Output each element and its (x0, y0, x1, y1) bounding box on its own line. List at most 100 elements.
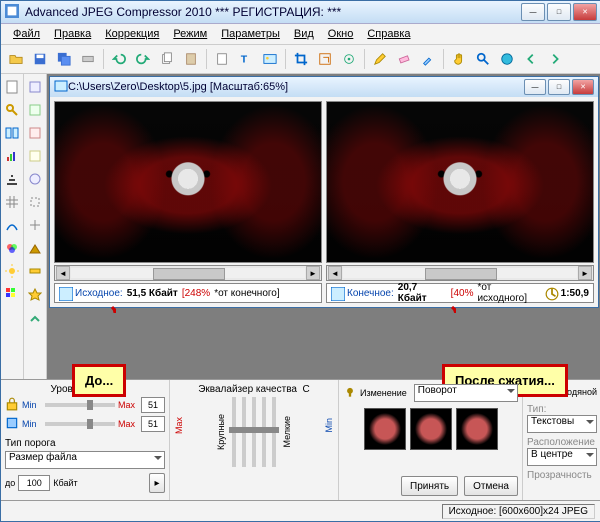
channels-icon[interactable] (2, 238, 22, 258)
menu-view[interactable]: Вид (288, 26, 320, 42)
scroll-left-icon[interactable]: ◄ (328, 266, 342, 280)
scroll-left-icon[interactable]: ◄ (56, 266, 70, 280)
rotate-preview[interactable] (410, 408, 452, 450)
left-toolbar-2 (24, 74, 47, 379)
workspace: C:\Users\Zero\Desktop\5.jpg [Масштаб:65%… (47, 74, 600, 379)
menu-params[interactable]: Параметры (215, 26, 286, 42)
status-bar: Исходное: [600x600]x24 JPEG (1, 500, 600, 521)
zoom-icon[interactable] (472, 48, 494, 70)
copy-icon[interactable] (156, 48, 178, 70)
doc-minimize-button[interactable]: — (524, 79, 546, 95)
redo-icon[interactable] (132, 48, 154, 70)
cancel-button[interactable]: Отмена (464, 476, 518, 496)
crop-icon[interactable] (290, 48, 312, 70)
text-icon[interactable]: T (235, 48, 257, 70)
left-toolbar-1 (1, 74, 24, 379)
source-image[interactable] (54, 101, 322, 263)
document-titlebar: C:\Users\Zero\Desktop\5.jpg [Масштаб:65%… (50, 77, 598, 97)
maximize-button[interactable]: □ (547, 3, 571, 21)
tool-d-icon[interactable] (25, 146, 45, 166)
palette-icon[interactable] (2, 284, 22, 304)
target-icon[interactable] (338, 48, 360, 70)
new-icon[interactable] (2, 77, 22, 97)
eq-slider[interactable] (272, 397, 276, 467)
compression-panel: Уровни сжатия Min Max 51 Min Max 51 Тип … (1, 380, 170, 500)
key-icon[interactable] (2, 100, 22, 120)
apply-small-button[interactable]: ▸ (149, 473, 165, 493)
tool-i-icon[interactable] (25, 261, 45, 281)
arrow-left-icon[interactable] (520, 48, 542, 70)
menu-file[interactable]: Файл (7, 26, 46, 42)
wm-type-label: Тип: (527, 404, 597, 415)
close-button[interactable]: ✕ (573, 3, 597, 21)
document-icon (54, 79, 68, 96)
menu-mode[interactable]: Режим (167, 26, 213, 42)
max-label: Max (118, 419, 138, 429)
menu-window[interactable]: Окно (322, 26, 360, 42)
tool-a-icon[interactable] (25, 77, 45, 97)
arrow-right-icon[interactable] (544, 48, 566, 70)
rotate-preview[interactable] (456, 408, 498, 450)
compression-slider-1[interactable] (45, 403, 115, 407)
document-icon[interactable] (211, 48, 233, 70)
hand-icon[interactable] (448, 48, 470, 70)
brightness-icon[interactable] (2, 261, 22, 281)
paste-icon[interactable] (180, 48, 202, 70)
scanner-icon[interactable] (77, 48, 99, 70)
doc-close-button[interactable]: ✕ (572, 79, 594, 95)
wm-placement-select[interactable]: В центре (527, 448, 597, 466)
rotate-preview[interactable] (364, 408, 406, 450)
tool-b-icon[interactable] (25, 100, 45, 120)
threshold-value-input[interactable]: 100 (18, 475, 50, 491)
tool-h-icon[interactable] (25, 238, 45, 258)
doc-maximize-button[interactable]: □ (548, 79, 570, 95)
world-icon[interactable] (496, 48, 518, 70)
eraser-icon[interactable] (393, 48, 415, 70)
menu-edit[interactable]: Правка (48, 26, 97, 42)
tool-j-icon[interactable] (25, 284, 45, 304)
tool-f-icon[interactable] (25, 192, 45, 212)
menu-help[interactable]: Справка (361, 26, 416, 42)
source-label: Исходное: (75, 288, 123, 299)
menu-correction[interactable]: Коррекция (99, 26, 165, 42)
tool-g-icon[interactable] (25, 215, 45, 235)
preview-toggle-icon[interactable] (2, 123, 22, 143)
minimize-button[interactable]: — (521, 3, 545, 21)
apply-button[interactable]: Принять (401, 476, 458, 496)
eyedropper-icon[interactable] (417, 48, 439, 70)
chain-icon[interactable] (5, 416, 19, 432)
result-image[interactable] (326, 101, 594, 263)
eq-slider[interactable] (232, 397, 236, 467)
equalizer-panel: Max Эквалайзер качества С Крупные Мелкие… (170, 380, 339, 500)
lock-icon[interactable] (5, 397, 19, 413)
open-icon[interactable] (5, 48, 27, 70)
levels-icon[interactable] (2, 169, 22, 189)
scroll-right-icon[interactable]: ► (578, 266, 592, 280)
scroll-right-icon[interactable]: ► (306, 266, 320, 280)
resize-icon[interactable] (314, 48, 336, 70)
saveall-icon[interactable] (53, 48, 75, 70)
tool-e-icon[interactable] (25, 169, 45, 189)
source-hscroll[interactable]: ◄ ► (54, 265, 322, 281)
undo-icon[interactable] (108, 48, 130, 70)
eq-slider[interactable] (242, 397, 246, 467)
compression-slider-2[interactable] (45, 422, 115, 426)
threshold-select[interactable]: Размер файла (5, 451, 165, 469)
eq-slider[interactable] (262, 397, 266, 467)
compression-value-1[interactable]: 51 (141, 397, 165, 413)
eq-slider[interactable] (252, 397, 256, 467)
tool-c-icon[interactable] (25, 123, 45, 143)
pencil-icon[interactable] (369, 48, 391, 70)
curves-icon[interactable] (2, 215, 22, 235)
compression-value-2[interactable]: 51 (141, 416, 165, 432)
result-hscroll[interactable]: ◄ ► (326, 265, 594, 281)
wm-type-select[interactable]: Текстовы (527, 415, 597, 433)
change-select[interactable]: Поворот (414, 384, 518, 402)
histogram-icon[interactable] (2, 146, 22, 166)
grid-icon[interactable] (2, 192, 22, 212)
tool-k-icon[interactable] (25, 307, 45, 327)
image-icon[interactable] (259, 48, 281, 70)
save-icon[interactable] (29, 48, 51, 70)
svg-text:T: T (241, 54, 248, 66)
wm-placement-label: Расположение (527, 437, 597, 448)
